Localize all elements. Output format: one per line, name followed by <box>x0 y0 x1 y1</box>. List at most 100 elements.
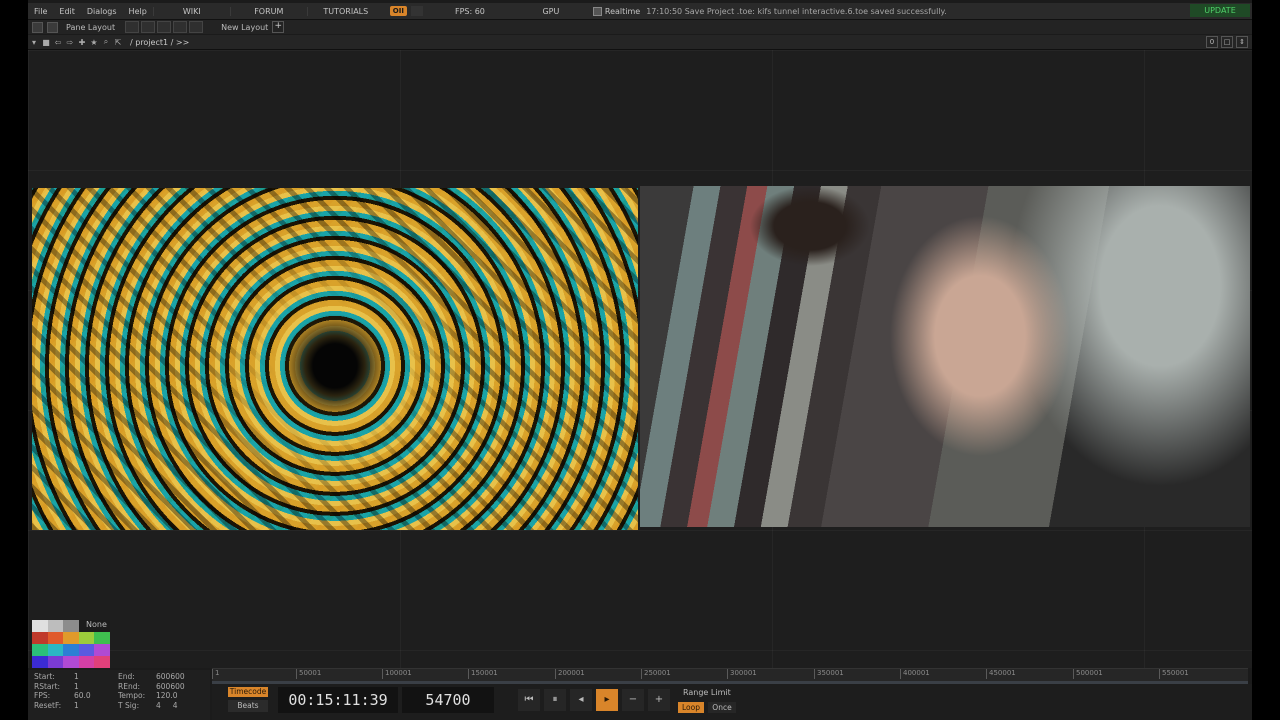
forum-link[interactable]: FORUM <box>229 6 307 16</box>
transport-bar: Timecode Beats 00:15:11:39 54700 ⏮ ⏸ ◂ ▸… <box>212 684 1252 720</box>
ruler-tick: 550001 <box>1159 669 1189 679</box>
start-value[interactable]: 1 <box>74 672 91 682</box>
swatch[interactable] <box>63 656 79 668</box>
pane-split-icon[interactable] <box>47 21 58 33</box>
menu-bar: File Edit Dialogs Help WIKI FORUM TUTORI… <box>28 3 1252 20</box>
layout-grid-icon[interactable] <box>157 21 172 33</box>
pane-layout-label[interactable]: Pane Layout <box>58 23 123 32</box>
ruler-tick: 250001 <box>641 669 671 679</box>
rend-label: REnd: <box>118 681 140 691</box>
home-icon[interactable]: ✚ <box>76 38 88 47</box>
pane-bar: Pane Layout New Layout + <box>28 20 1252 34</box>
loop-button[interactable]: Loop <box>678 702 704 713</box>
swatch[interactable] <box>47 644 64 656</box>
fps-label: FPS: <box>34 691 51 700</box>
resetf-label: ResetF: <box>34 700 62 710</box>
tsig-values: 4 4 <box>156 701 185 711</box>
stop-icon[interactable]: ■ <box>40 38 52 47</box>
chevron-down-icon[interactable]: ▾ <box>28 38 40 47</box>
swatch[interactable] <box>94 632 110 644</box>
tsig-denominator[interactable]: 4 <box>173 701 178 710</box>
swatch[interactable] <box>47 620 64 632</box>
swatch[interactable] <box>63 620 79 632</box>
menu-file[interactable]: File <box>28 7 53 16</box>
parent-icon[interactable]: ⇱ <box>112 38 124 47</box>
path-bar-right-controls: 0 □ ⇕ <box>1206 36 1248 48</box>
time-labels-left: Start: RStart: FPS: ResetF: <box>34 672 61 710</box>
tsig-numerator[interactable]: 4 <box>156 701 161 710</box>
network-editor[interactable] <box>28 50 1252 668</box>
plus-icon[interactable]: + <box>648 689 670 711</box>
ruler-tick: 400001 <box>900 669 930 679</box>
layout-grid-icon[interactable] <box>189 21 204 33</box>
timeline-ruler[interactable]: 1 50001 100001 150001 200001 250001 3000… <box>212 668 1248 685</box>
fps-value[interactable]: 60.0 <box>74 691 91 701</box>
minus-icon[interactable]: − <box>622 689 644 711</box>
swatch[interactable] <box>32 632 48 644</box>
webcam-viewer <box>640 186 1250 527</box>
swatch[interactable] <box>32 644 48 656</box>
rend-value[interactable]: 600600 <box>156 682 185 692</box>
once-button[interactable]: Once <box>708 702 736 713</box>
status-message: 17:10:50 Save Project .toe: kifs tunnel … <box>646 6 947 16</box>
network-path[interactable]: / project1 / >> <box>130 38 189 47</box>
frame-display[interactable]: 54700 <box>402 687 494 713</box>
rstart-label: RStart: <box>34 681 61 691</box>
swatch[interactable] <box>47 656 64 668</box>
pane-icon[interactable] <box>32 21 43 33</box>
pause-icon[interactable]: ⏸ <box>544 689 566 711</box>
ruler-tick: 450001 <box>986 669 1016 679</box>
step-back-icon[interactable]: ◂ <box>570 689 592 711</box>
touchdesigner-window: File Edit Dialogs Help WIKI FORUM TUTORI… <box>28 0 1252 720</box>
menu-dialogs[interactable]: Dialogs <box>81 7 123 16</box>
swatch[interactable] <box>78 632 95 644</box>
swatch[interactable] <box>32 620 48 632</box>
swatch[interactable] <box>78 644 95 656</box>
search-icon[interactable]: ⌕ <box>100 37 112 47</box>
swatch[interactable] <box>32 656 48 668</box>
new-layout-tab[interactable]: New Layout <box>221 23 268 32</box>
counter-box: 0 <box>1206 36 1218 48</box>
ruler-tick: 200001 <box>555 669 585 679</box>
maximize-icon[interactable]: □ <box>1221 36 1233 48</box>
rstart-value[interactable]: 1 <box>74 682 91 692</box>
swatch[interactable] <box>47 632 64 644</box>
oii-button[interactable]: OII <box>389 6 407 16</box>
tempo-value[interactable]: 120.0 <box>156 691 185 701</box>
ruler-tick: 100001 <box>382 669 412 679</box>
layout-grid-icon[interactable] <box>173 21 188 33</box>
timecode-display[interactable]: 00:15:11:39 <box>278 687 398 713</box>
swatch[interactable] <box>63 644 79 656</box>
rewind-icon[interactable]: ⏮ <box>518 689 540 711</box>
add-layout-button[interactable]: + <box>272 21 285 33</box>
layout-grid-icon[interactable] <box>141 21 156 33</box>
play-icon[interactable]: ▸ <box>596 689 618 711</box>
swatch[interactable] <box>63 632 79 644</box>
palette-row <box>32 644 110 656</box>
ruler-tick: 350001 <box>814 669 844 679</box>
realtime-checkbox[interactable] <box>592 6 602 16</box>
palette-row <box>32 656 110 668</box>
tsig-label: T Sig: <box>118 700 140 710</box>
wiki-link[interactable]: WIKI <box>152 6 230 16</box>
forward-icon[interactable]: ⇨ <box>64 38 76 47</box>
back-icon[interactable]: ⇦ <box>52 38 64 47</box>
update-button[interactable]: UPDATE <box>1190 4 1250 17</box>
fps-readout: FPS: 60 <box>454 6 485 16</box>
swatch[interactable] <box>94 656 110 668</box>
timecode-toggle[interactable]: Timecode <box>228 687 268 697</box>
resetf-value[interactable]: 1 <box>74 701 91 711</box>
swatch[interactable] <box>94 644 110 656</box>
expand-icon[interactable]: ⇕ <box>1236 36 1248 48</box>
layout-grid-icon[interactable] <box>125 21 140 33</box>
tutorials-link[interactable]: TUTORIALS <box>306 6 384 16</box>
end-label: End: <box>118 672 135 681</box>
menu-edit[interactable]: Edit <box>53 7 81 16</box>
beats-toggle[interactable]: Beats <box>228 700 268 712</box>
palette-none-label[interactable]: None <box>86 620 107 629</box>
end-value[interactable]: 600600 <box>156 672 185 682</box>
bookmark-icon[interactable]: ★ <box>88 38 100 47</box>
time-labels-right: End: REnd: Tempo: T Sig: <box>118 672 145 710</box>
menu-help[interactable]: Help <box>123 7 153 16</box>
swatch[interactable] <box>78 656 95 668</box>
